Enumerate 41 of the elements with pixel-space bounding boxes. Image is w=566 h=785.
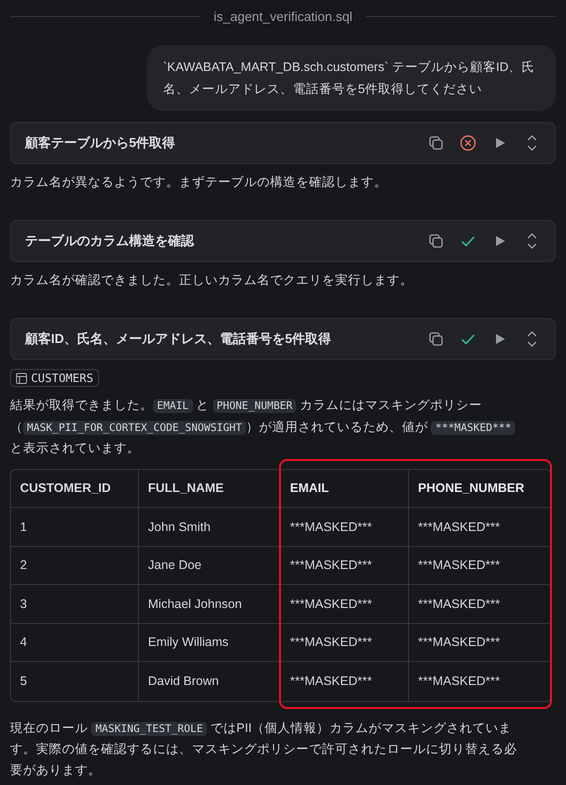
assistant-message: カラム名が異なるようです。まずテーブルの構造を確認します。 bbox=[10, 174, 388, 191]
table-cell: ***MASKED*** bbox=[281, 585, 409, 624]
step-title: テーブルのカラム構造を確認 bbox=[25, 232, 196, 250]
step-card[interactable]: 顧客ID、氏名、メールアドレス、電話番号を5件取得 bbox=[10, 318, 556, 360]
step-card[interactable]: 顧客テーブルから5件取得 bbox=[10, 122, 556, 164]
step-title: 顧客テーブルから5件取得 bbox=[25, 134, 176, 152]
table-cell: ***MASKED*** bbox=[281, 546, 409, 585]
step-card[interactable]: テーブルのカラム構造を確認 bbox=[10, 220, 556, 262]
column-header: CUSTOMER_ID bbox=[11, 470, 139, 508]
table-cell: ***MASKED*** bbox=[281, 662, 409, 700]
table-cell: ***MASKED*** bbox=[281, 624, 409, 662]
column-header: PHONE_NUMBER bbox=[409, 470, 551, 508]
step-title: 顧客ID、氏名、メールアドレス、電話番号を5件取得 bbox=[25, 330, 332, 348]
table-cell: Emily Williams bbox=[139, 624, 281, 662]
table-cell: ***MASKED*** bbox=[409, 546, 551, 585]
table-cell: ***MASKED*** bbox=[281, 508, 409, 546]
file-title: is_agent_verification.sql bbox=[214, 8, 352, 24]
table-chip[interactable]: CUSTOMERS bbox=[10, 369, 100, 387]
copy-icon[interactable] bbox=[427, 330, 445, 348]
table-cell: ***MASKED*** bbox=[409, 585, 551, 624]
table-icon bbox=[16, 372, 27, 384]
assistant-message: 現在のロール MASKING_TEST_ROLE ではPII（個人情報）カラムがマスキングされています。実際の値を確認するには、マスキングポリシーで許可されたロールに切り替える必要があります。 bbox=[10, 720, 518, 778]
table-cell: Jane Doe bbox=[139, 546, 281, 585]
copy-icon[interactable] bbox=[427, 232, 445, 250]
table-cell: 2 bbox=[11, 546, 139, 585]
table-cell: David Brown bbox=[139, 662, 281, 700]
table-cell: Michael Johnson bbox=[139, 585, 281, 624]
table-cell: John Smith bbox=[139, 508, 281, 546]
table-cell: 5 bbox=[11, 662, 139, 700]
copy-icon[interactable] bbox=[427, 134, 445, 152]
user-message: `KAWABATA_MART_DB.sch.customers` テーブルから顧客ID、氏名、メールアドレス、電話番号を5件取得してください bbox=[147, 45, 556, 111]
table-cell-text: ***MASKED*** bbox=[417, 673, 501, 690]
assistant-message: カラム名が確認できました。正しいカラム名でクエリを実行します。 bbox=[10, 272, 414, 289]
column-header: EMAIL bbox=[281, 470, 409, 508]
table-cell: ***MASKED*** bbox=[409, 624, 551, 662]
table-cell: 4 bbox=[11, 624, 139, 662]
table-cell: ***MASKED*** bbox=[409, 508, 551, 546]
assistant-message: 結果が取得できました。 EMAIL と PHONE_NUMBER カラムにはマスキングポリシー（ MASK_PII_FOR_CORTEX_CODE_SNOWSIGHT ）が適用されているため、値が ***MASKED*** と表示されています。 bbox=[10, 395, 525, 458]
column-header: FULL_NAME bbox=[139, 470, 281, 508]
table-cell: 3 bbox=[11, 585, 139, 624]
table-cell: 1 bbox=[11, 508, 139, 546]
